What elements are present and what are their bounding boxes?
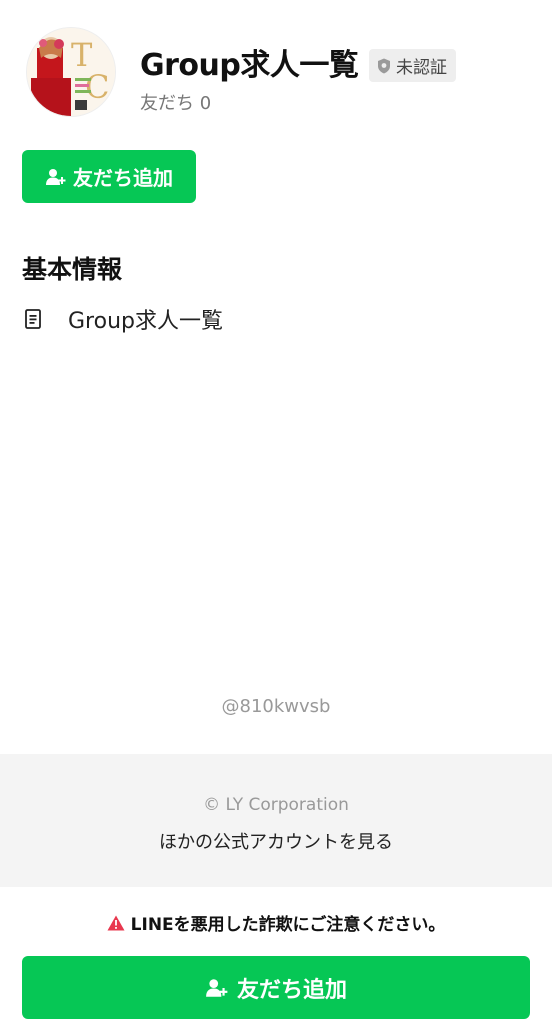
fraud-warning: LINEを悪用した詐欺にご注意ください。 [0,910,552,935]
warning-text: LINEを悪用した詐欺にご注意ください。 [130,915,446,935]
add-friend-bottom-button[interactable]: 友だち追加 [22,956,530,1019]
document-icon [25,309,41,329]
shield-icon [378,58,390,73]
account-title: Group求人一覧 [140,48,359,83]
info-item: Group求人一覧 [24,303,223,335]
info-item-text: Group求人一覧 [68,309,223,334]
add-friend-button[interactable]: 友だち追加 [22,150,196,203]
profile-page: T C Group求人一覧 未認証 友だち 0 友だち追加 基本情報 Group… [0,0,552,1024]
add-friend-icon [206,978,228,997]
badge-label: 未認証 [396,58,447,78]
add-friend-bottom-label: 友だち追加 [236,977,347,1003]
add-friend-label: 友だち追加 [73,166,173,190]
avatar-image: T C [27,28,115,116]
copyright-text: © LY Corporation [203,795,349,815]
other-accounts-link[interactable]: ほかの公式アカウントを見る [0,828,552,854]
friends-count: 友だち 0 [140,93,212,114]
footer: © LY Corporation ほかの公式アカウントを見る [0,754,552,887]
add-friend-icon [46,168,66,185]
warning-icon [107,915,125,930]
account-id: @810kwvsb [221,696,331,717]
basic-info-heading: 基本情報 [22,255,123,284]
profile-avatar[interactable]: T C [26,27,116,117]
unverified-badge: 未認証 [369,49,456,82]
